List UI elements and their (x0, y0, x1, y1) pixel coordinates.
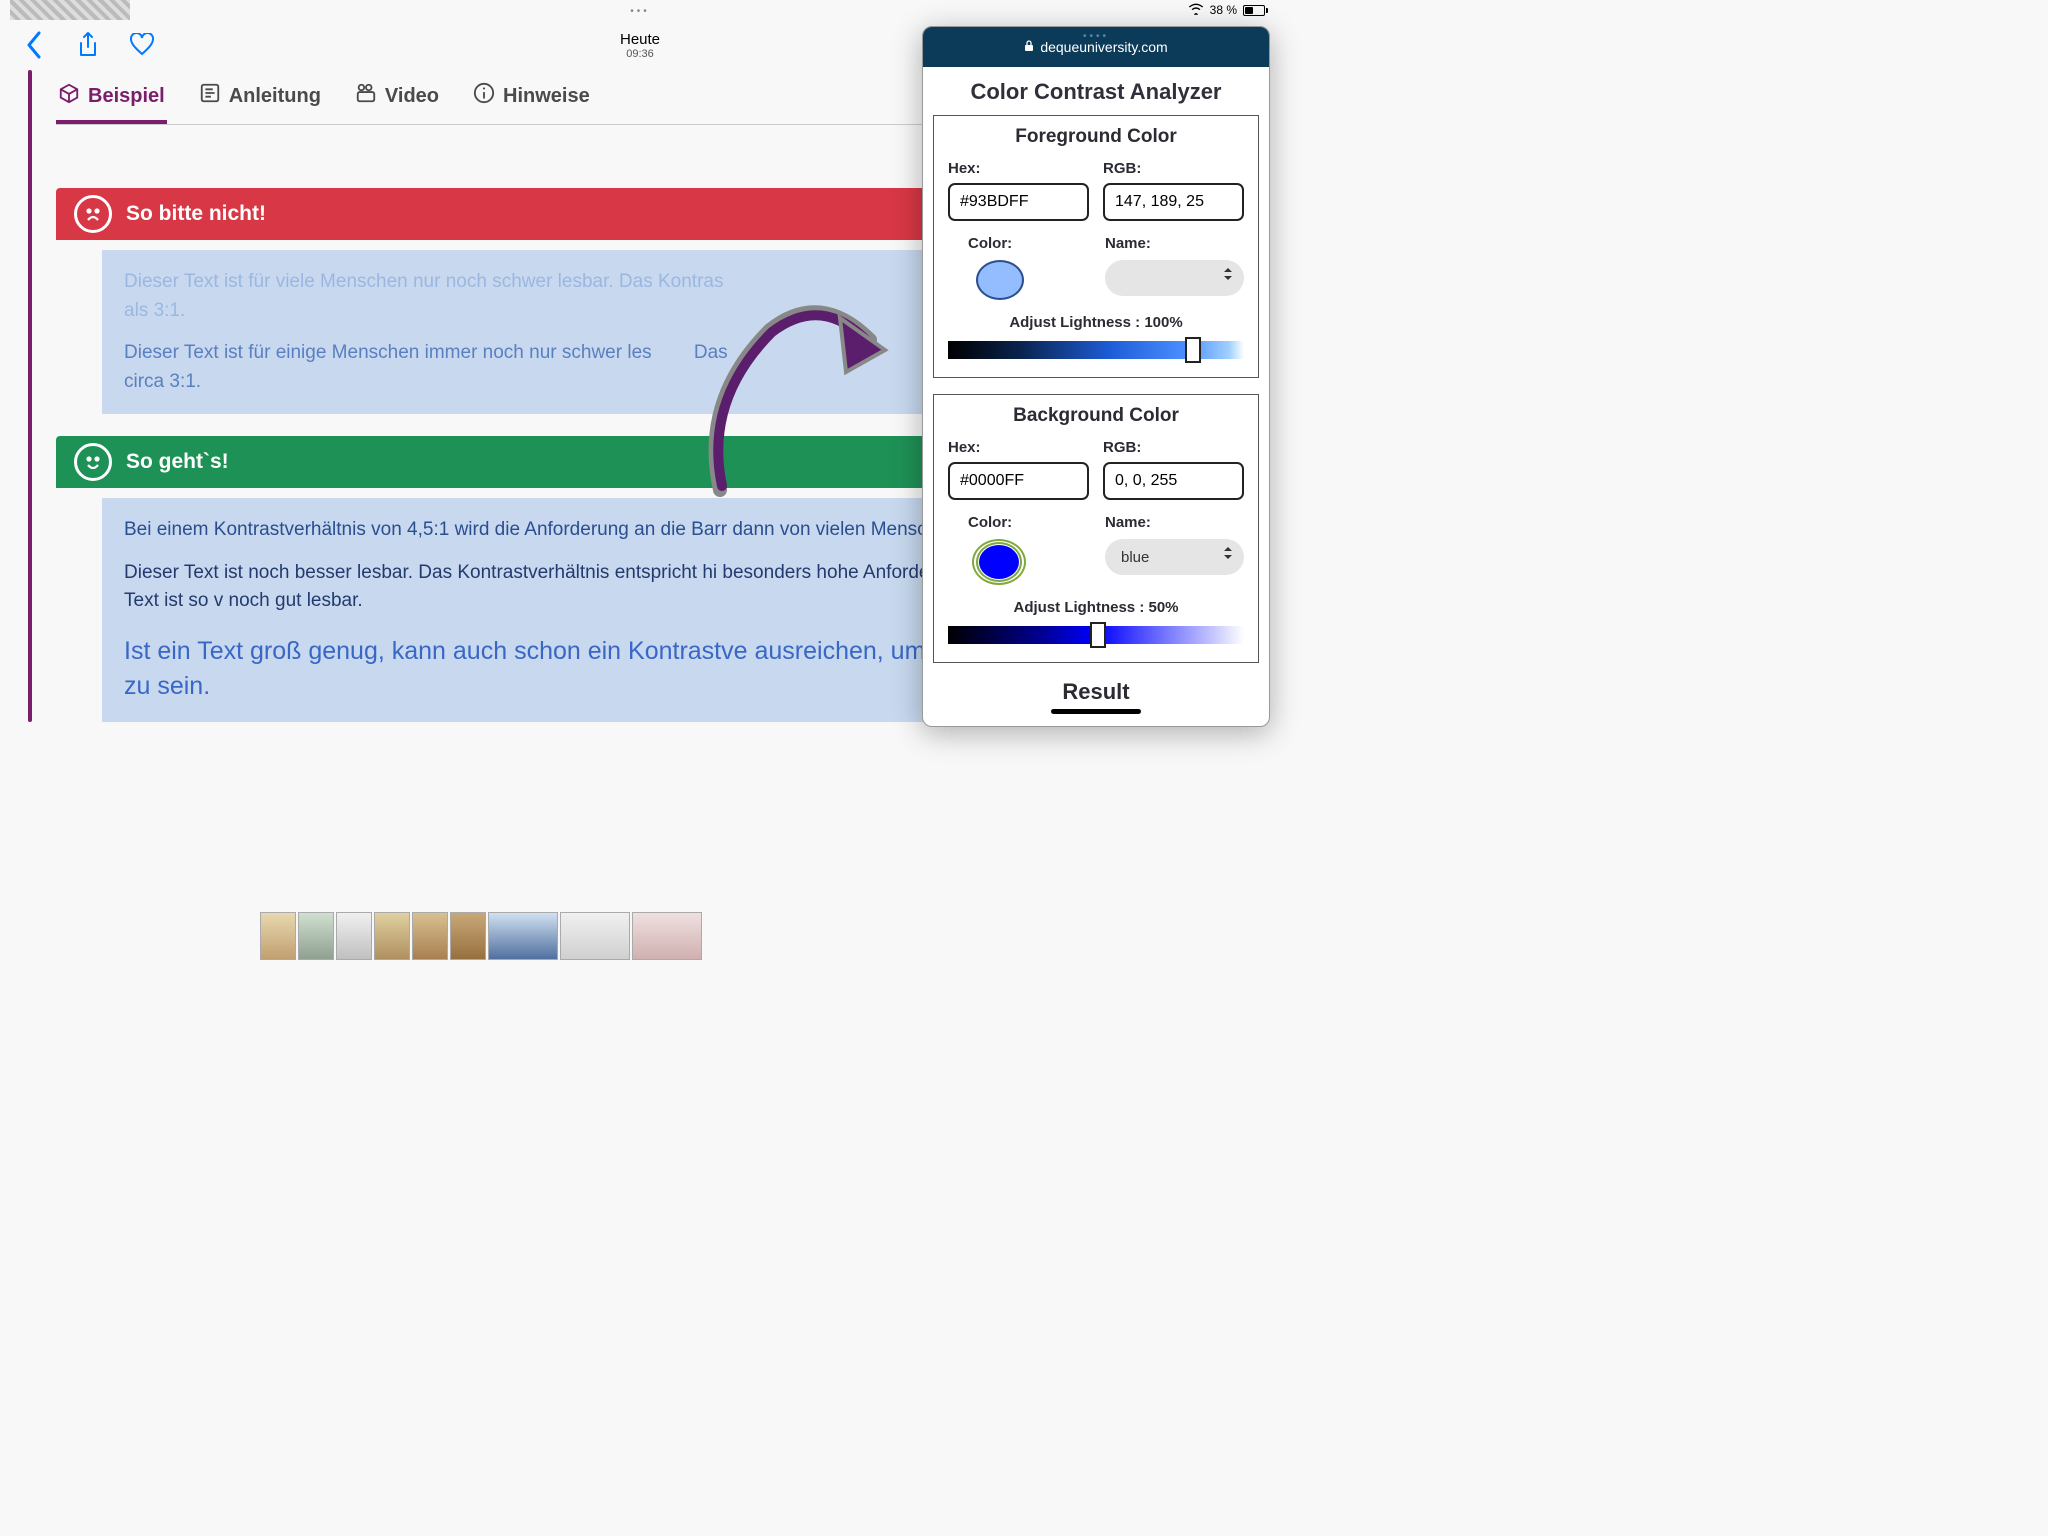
bg-hex-label: Hex: (948, 439, 1089, 456)
thumbnail[interactable] (450, 912, 486, 960)
thumbnail[interactable] (412, 912, 448, 960)
video-icon (355, 82, 377, 110)
fg-color-label: Color: (948, 235, 1087, 252)
battery-icon (1243, 5, 1268, 16)
nav-center: Heute 09:36 (620, 31, 660, 60)
bg-title: Background Color (948, 405, 1244, 427)
thumbnail[interactable] (260, 912, 296, 960)
tab-label: Beispiel (88, 85, 165, 108)
share-button[interactable] (70, 27, 106, 63)
wifi-icon (1188, 3, 1204, 18)
bg-name-label: Name: (1105, 514, 1244, 531)
bg-slider-label: Adjust Lightness : 50% (948, 599, 1244, 616)
nav-title: Heute (620, 31, 660, 48)
bg-color-swatch[interactable] (972, 539, 1026, 585)
thumbnail[interactable] (632, 912, 702, 960)
nav-time: 09:36 (620, 48, 660, 60)
banner-bad-title: So bitte nicht! (126, 202, 266, 226)
pixelated-region (10, 0, 130, 20)
favorite-button[interactable] (124, 27, 160, 63)
result-heading: Result (933, 679, 1259, 705)
fg-lightness-slider[interactable] (948, 341, 1244, 359)
tab-label: Video (385, 85, 439, 108)
document-icon (199, 82, 221, 110)
cube-icon (58, 82, 80, 110)
panel-handle[interactable] (1051, 709, 1141, 714)
thumbnail[interactable] (374, 912, 410, 960)
panel-header: •••• dequeuniversity.com (923, 27, 1269, 67)
thumbnail[interactable] (336, 912, 372, 960)
thumbnail-strip (260, 912, 702, 960)
fg-color-swatch[interactable] (976, 260, 1024, 300)
happy-face-icon (74, 443, 112, 481)
bg-name-select[interactable]: blue (1105, 539, 1244, 575)
thumbnail[interactable] (298, 912, 334, 960)
fg-name-select[interactable] (1105, 260, 1244, 296)
banner-good-title: So geht`s! (126, 450, 229, 474)
fg-slider-label: Adjust Lightness : 100% (948, 314, 1244, 331)
tab-hinweise[interactable]: Hinweise (471, 76, 592, 124)
fg-rgb-input[interactable] (1103, 183, 1244, 221)
thumbnail[interactable] (488, 912, 558, 960)
fg-rgb-label: RGB: (1103, 160, 1244, 177)
sad-face-icon (74, 195, 112, 233)
bg-rgb-input[interactable] (1103, 462, 1244, 500)
left-accent (28, 70, 32, 722)
status-bar: ••• 38 % (0, 0, 1280, 20)
bg-color-label: Color: (948, 514, 1087, 531)
tab-beispiel[interactable]: Beispiel (56, 76, 167, 124)
fg-name-label: Name: (1105, 235, 1244, 252)
bg-rgb-label: RGB: (1103, 439, 1244, 456)
foreground-fieldset: Foreground Color Hex: RGB: Color: Name: (933, 115, 1259, 378)
tab-video[interactable]: Video (353, 76, 441, 124)
tab-label: Hinweise (503, 85, 590, 108)
lock-icon (1024, 39, 1034, 55)
tab-label: Anleitung (229, 85, 321, 108)
thumbnail[interactable] (560, 912, 630, 960)
bg-lightness-slider[interactable] (948, 626, 1244, 644)
fg-hex-label: Hex: (948, 160, 1089, 177)
bg-hex-input[interactable] (948, 462, 1089, 500)
status-dots: ••• (630, 6, 650, 17)
fg-hex-input[interactable] (948, 183, 1089, 221)
background-fieldset: Background Color Hex: RGB: Color: Name: (933, 394, 1259, 663)
battery-percent: 38 % (1210, 3, 1237, 17)
fg-title: Foreground Color (948, 126, 1244, 148)
panel-dots: •••• (1083, 31, 1109, 42)
info-icon (473, 82, 495, 110)
tab-anleitung[interactable]: Anleitung (197, 76, 323, 124)
back-button[interactable] (16, 27, 52, 63)
analyzer-panel[interactable]: •••• dequeuniversity.com Color Contrast … (922, 26, 1270, 727)
panel-title: Color Contrast Analyzer (933, 79, 1259, 105)
